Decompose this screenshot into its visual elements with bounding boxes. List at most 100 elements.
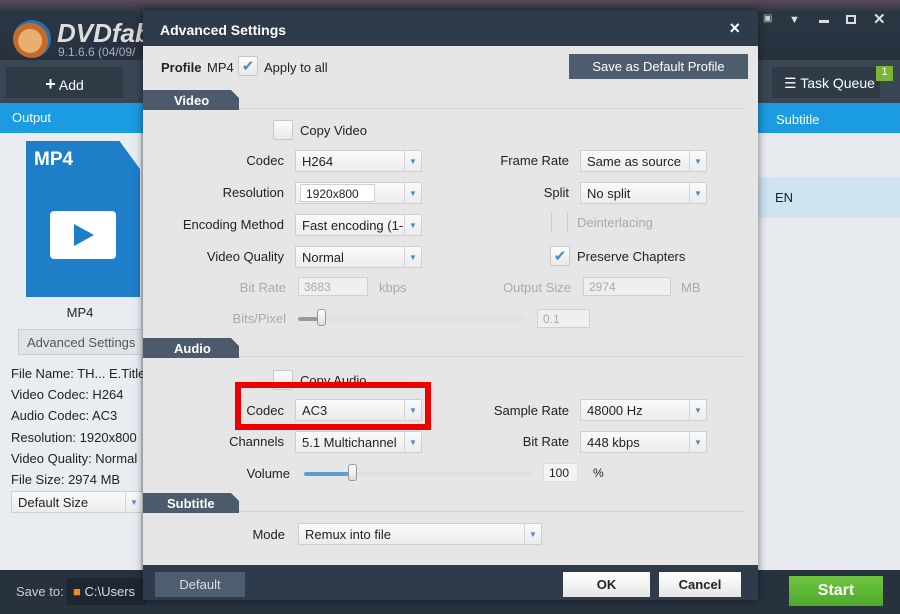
ok-button[interactable]: OK [563,572,650,597]
encoding-method-select[interactable]: Fast encoding (1- ▼ [295,214,422,236]
audio-bitrate-value: 448 kbps [587,435,640,450]
video-bitrate-input[interactable]: 3683 [298,277,368,296]
format-name: MP4 [66,305,94,320]
file-info: File Name: TH... E.Title Video Codec: H2… [11,363,143,490]
maximize-icon[interactable] [846,15,856,24]
channels-select[interactable]: 5.1 Multichannel ▼ [295,431,422,453]
subtitle-section-header: Subtitle [143,493,239,513]
table-row[interactable] [758,133,900,178]
save-to-label: Save to: [16,584,64,599]
task-list: EN [758,133,900,570]
dialog-title: Advanced Settings [160,22,287,38]
dialog-footer: Default OK Cancel [143,565,758,600]
chevron-down-icon: ▼ [524,524,541,544]
audio-bitrate-label: Bit Rate [522,434,569,449]
divider [239,511,744,512]
volume-slider[interactable] [304,472,532,476]
resolution-input[interactable]: 1920x800 [300,184,375,202]
chevron-down-icon: ▼ [689,400,706,420]
profile-value: MP4 [207,60,234,75]
audio-bitrate-select[interactable]: 448 kbps ▼ [580,431,707,453]
deinterlacing-checkbox[interactable] [551,212,568,232]
video-quality-label: Video Quality [206,249,284,264]
dialog-close-icon[interactable]: × [729,18,740,39]
chevron-down-icon: ▼ [404,432,421,452]
video-codec-label: Codec [246,153,284,168]
bits-per-pixel-input[interactable]: 0.1 [537,309,590,328]
cancel-button[interactable]: Cancel [659,572,741,597]
split-value: No split [587,186,631,201]
youtube-icon[interactable]: ▣ [763,13,772,24]
subtitle-cell: EN [775,190,794,205]
subtitle-mode-select[interactable]: Remux into file ▼ [298,523,542,545]
video-quality-value: Normal [302,250,344,265]
clapperboard-icon [50,211,116,259]
info-resolution: Resolution: 1920x800 [11,429,137,445]
save-path-field[interactable]: ■ C:\Users [67,578,147,605]
volume-unit: % [593,466,604,480]
subtitle-column-header[interactable]: Subtitle [776,112,819,127]
advanced-settings-button[interactable]: Advanced Settings [18,329,143,355]
bits-per-pixel-label: Bits/Pixel [232,311,286,326]
minimize-icon[interactable] [819,20,829,23]
chevron-down-icon: ▼ [404,400,421,420]
bits-per-pixel-thumb[interactable] [316,309,326,326]
copy-video-checkbox[interactable] [273,120,293,140]
plus-icon: + [45,74,56,94]
volume-thumb[interactable] [347,464,357,481]
output-size-input[interactable]: 2974 [583,277,671,296]
video-quality-select[interactable]: Normal ▼ [295,246,422,268]
volume-input[interactable]: 100 [543,463,578,482]
close-icon[interactable]: ✕ [873,10,886,28]
divider [239,356,744,357]
split-label: Split [543,185,569,200]
apply-to-all-checkbox[interactable]: ✔ [238,56,258,76]
chevron-down-icon: ▼ [404,247,421,267]
volume-label: Volume [246,466,290,481]
table-row[interactable]: EN [758,178,900,218]
video-codec-select[interactable]: H264 ▼ [295,150,422,172]
folder-icon: ■ [73,584,81,599]
video-section-header: Video [143,90,239,110]
sample-rate-select[interactable]: 48000 Hz ▼ [580,399,707,421]
encoding-method-label: Encoding Method [182,217,284,232]
resolution-select[interactable]: 1920x800 ▼ [295,182,422,204]
apply-to-all-label: Apply to all [264,60,328,75]
preserve-chapters-checkbox[interactable]: ✔ [550,246,570,266]
default-button[interactable]: Default [155,572,245,597]
dialog-title-bar: Advanced Settings × [143,10,758,46]
split-select[interactable]: No split ▼ [580,182,707,204]
mp4-icon-label: MP4 [34,149,74,170]
size-select[interactable]: Default Size ▼ [11,491,143,513]
output-panel: MP4 MP4 Advanced Settings File Name: TH.… [0,133,143,570]
info-file-size: File Size: 2974 MB [11,472,121,488]
channels-value: 5.1 Multichannel [302,435,397,450]
task-queue-button[interactable]: ☰ Task Queue [772,67,880,98]
divider [239,108,744,109]
start-button[interactable]: Start [789,576,883,606]
add-button[interactable]: + Add [6,67,123,98]
chevron-down-icon: ▼ [689,151,706,171]
subtitle-mode-label: Mode [252,527,285,542]
profile-label: Profile [161,60,202,75]
deinterlacing-label: Deinterlacing [577,215,653,230]
app-version: 9.1.6.6 (04/09/ [58,45,136,59]
channels-label: Channels [229,434,284,449]
size-select-value: Default Size [18,495,89,510]
chevron-down-icon: ▼ [404,183,421,203]
frame-rate-select[interactable]: Same as source ▼ [580,150,707,172]
dropdown-icon[interactable]: ▼ [789,14,800,26]
frame-rate-label: Frame Rate [500,153,569,168]
audio-section-header: Audio [143,338,239,358]
frame-rate-value: Same as source [587,154,681,169]
add-label: Add [58,77,84,93]
copy-video-label: Copy Video [300,123,367,138]
resolution-label: Resolution [222,185,284,200]
bits-per-pixel-slider[interactable] [298,317,526,321]
task-queue-label: Task Queue [800,75,875,91]
save-path: C:\Users [84,584,136,599]
chevron-down-icon: ▼ [404,215,421,235]
chevron-down-icon: ▼ [404,151,421,171]
save-default-profile-button[interactable]: Save as Default Profile [569,54,748,79]
audio-codec-select[interactable]: AC3 ▼ [295,399,422,421]
